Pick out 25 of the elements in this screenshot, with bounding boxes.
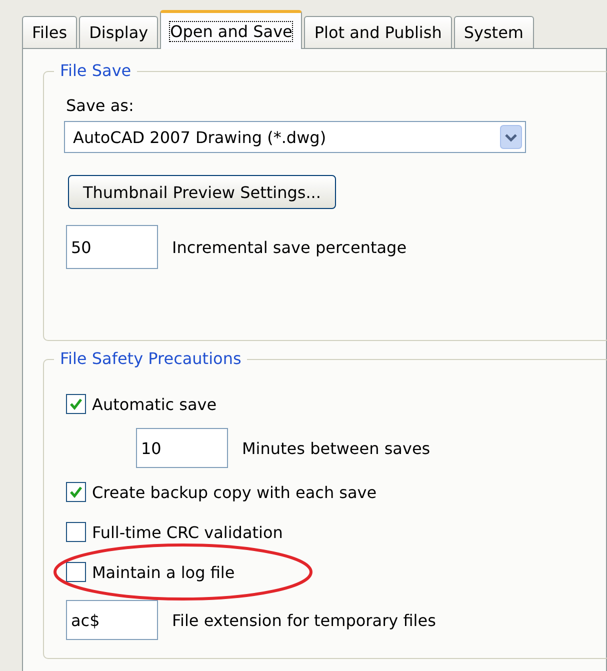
tab[interactable]: System [454,16,534,48]
tab[interactable]: Plot and Publish [304,16,452,48]
tab[interactable]: Display [79,16,158,48]
checkmark-icon [69,397,83,411]
field-label: File extension for temporary files [172,610,436,630]
checkbox[interactable] [66,562,86,582]
thumbnail-settings-button[interactable]: Thumbnail Preview Settings... [68,175,336,209]
checkbox[interactable] [66,394,86,414]
checkbox[interactable] [66,482,86,502]
checkbox-label: Create backup copy with each save [92,482,377,502]
tab[interactable]: Files [22,16,78,48]
checkbox-label: Maintain a log file [92,562,235,582]
input-field[interactable]: ac$ [66,600,158,640]
input-field[interactable]: 50 [66,225,158,269]
group-title: File Safety Precautions [54,349,248,368]
tab[interactable]: Open and Save [160,10,302,49]
checkbox[interactable] [66,522,86,542]
checkbox-label: Full-time CRC validation [92,522,283,542]
field-label: Incremental save percentage [172,238,407,256]
field-label: Minutes between saves [242,438,430,458]
input-field[interactable]: 10 [136,428,228,468]
field-label: Save as: [66,96,135,115]
checkmark-icon [69,485,83,499]
save-as-dropdown[interactable]: AutoCAD 2007 Drawing (*.dwg) [64,121,526,153]
checkbox-label: Automatic save [92,394,217,414]
